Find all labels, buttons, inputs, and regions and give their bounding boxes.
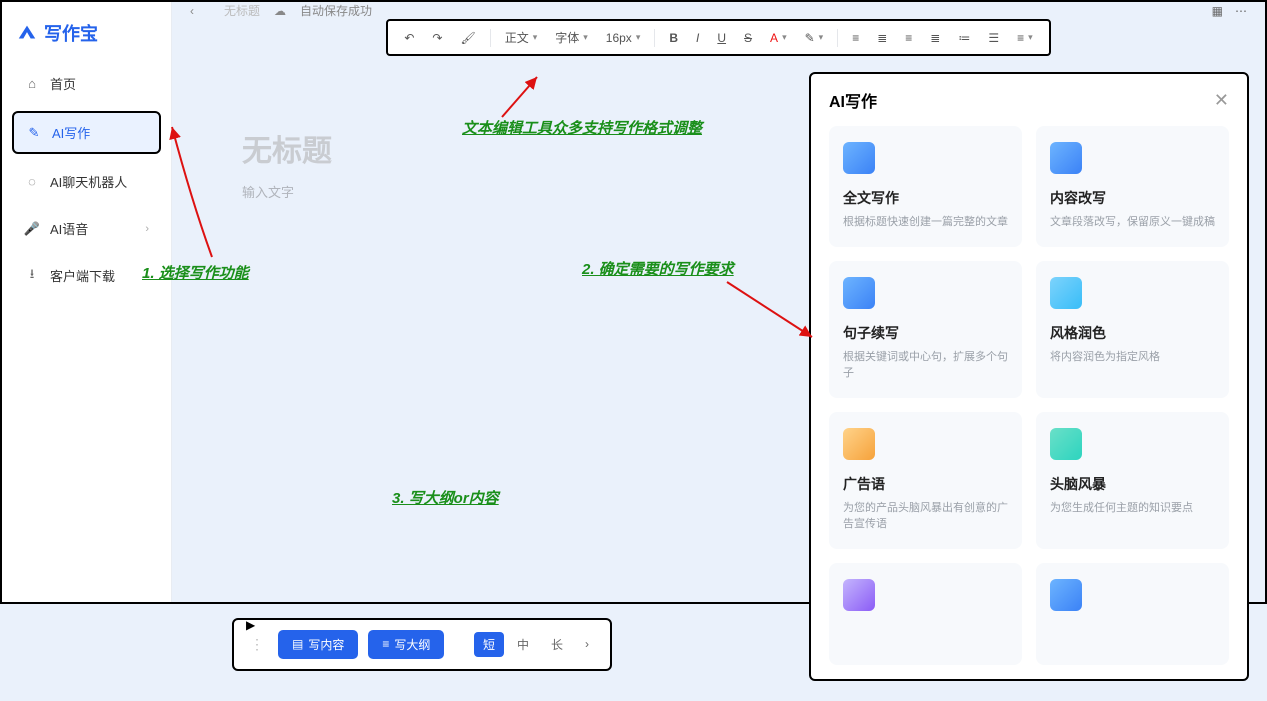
strike-button[interactable]: S <box>740 29 756 47</box>
download-icon: ⭳ <box>24 268 40 284</box>
home-icon: ⌂ <box>24 76 40 92</box>
list-icon: ≡ <box>382 637 389 651</box>
more-dots-icon[interactable]: ⋮ <box>246 636 268 653</box>
play-icon: ▶ <box>246 618 255 632</box>
chat-icon: ◌ <box>24 174 40 190</box>
back-button[interactable]: ‹ <box>190 4 210 18</box>
align-right-button[interactable]: ≡ <box>901 29 916 47</box>
align-left-button[interactable]: ≡ <box>848 29 863 47</box>
ai-card-continue[interactable]: 句子续写 根据关键词或中心句，扩展多个句子 <box>829 261 1022 398</box>
bold-button[interactable]: B <box>665 29 682 47</box>
ai-card-polish[interactable]: 风格润色 将内容润色为指定风格 <box>1036 261 1229 398</box>
text-color-button[interactable]: A <box>766 29 791 47</box>
brainstorm-icon <box>1050 428 1082 460</box>
align-center-button[interactable]: ≣ <box>873 29 891 47</box>
ai-card-extra-2[interactable] <box>1036 563 1229 665</box>
format-painter-button[interactable]: 🖌 <box>456 29 479 47</box>
card-icon <box>843 579 875 611</box>
sidebar-item-download[interactable]: ⭳ 客户端下载 › <box>12 256 161 295</box>
ai-panel-title: AI写作 <box>829 88 877 112</box>
ad-icon <box>843 428 875 460</box>
length-more-button[interactable]: › <box>576 633 598 655</box>
length-segment: 短 中 长 › <box>474 632 598 657</box>
write-content-button[interactable]: ▤ 写内容 <box>278 630 358 659</box>
bottom-action-bar: ▶ ⋮ ▤ 写内容 ≡ 写大纲 短 中 长 › <box>232 618 612 671</box>
autosave-status: 自动保存成功 <box>300 2 372 19</box>
body-input[interactable]: 输入文字 <box>242 182 769 201</box>
redo-button[interactable]: ↷ <box>428 29 446 47</box>
font-family-select[interactable]: 字体 <box>551 27 592 48</box>
line-height-button[interactable]: ≡ <box>1013 29 1037 47</box>
sidebar-item-ai-chat[interactable]: ◌ AI聊天机器人 <box>12 162 161 201</box>
title-input[interactable]: 无标题 <box>242 126 769 170</box>
length-medium-button[interactable]: 中 <box>508 632 538 657</box>
highlight-button[interactable]: ✎ <box>801 29 828 47</box>
main-area: ‹ 无标题 ☁ 自动保存成功 ▦ ⋯ ↶ ↷ 🖌 正文 字体 16px B I <box>172 2 1265 602</box>
unordered-list-button[interactable]: ☰ <box>984 29 1003 47</box>
logo-icon <box>16 22 38 44</box>
underline-button[interactable]: U <box>713 29 730 47</box>
editor-toolbar: ↶ ↷ 🖌 正文 字体 16px B I U S A ✎ ≡ ≣ ≡ ≣ ≔ <box>386 19 1050 56</box>
close-button[interactable]: ✕ <box>1214 90 1229 111</box>
align-justify-button[interactable]: ≣ <box>926 29 944 47</box>
write-outline-button[interactable]: ≡ 写大纲 <box>368 630 444 659</box>
polish-icon <box>1050 277 1082 309</box>
card-icon <box>1050 579 1082 611</box>
grid-icon[interactable]: ▦ <box>1212 4 1223 18</box>
sidebar-item-home[interactable]: ⌂ 首页 <box>12 64 161 103</box>
paragraph-format-select[interactable]: 正文 <box>501 27 542 48</box>
ai-card-brainstorm[interactable]: 头脑风暴 为您生成任何主题的知识要点 <box>1036 412 1229 549</box>
cloud-icon: ☁ <box>274 4 286 18</box>
ordered-list-button[interactable]: ≔ <box>954 29 974 47</box>
sidebar-item-label: 客户端下载 <box>50 266 115 285</box>
font-size-select[interactable]: 16px <box>602 29 645 47</box>
rewrite-icon <box>1050 142 1082 174</box>
continue-icon <box>843 277 875 309</box>
voice-icon: 🎤 <box>24 221 40 237</box>
chevron-right-icon: › <box>145 270 149 282</box>
pencil-icon: ✎ <box>26 125 42 141</box>
sidebar-item-label: AI聊天机器人 <box>50 172 127 191</box>
doc-icon: ▤ <box>292 637 303 651</box>
sidebar-item-ai-writing[interactable]: ✎ AI写作 <box>12 111 161 154</box>
ai-card-ad[interactable]: 广告语 为您的产品头脑风暴出有创意的广告宣传语 <box>829 412 1022 549</box>
topbar: ‹ 无标题 ☁ 自动保存成功 ▦ ⋯ <box>172 2 1265 19</box>
length-short-button[interactable]: 短 <box>474 632 504 657</box>
sidebar-item-label: 首页 <box>50 74 76 93</box>
undo-button[interactable]: ↶ <box>400 29 418 47</box>
ai-card-rewrite[interactable]: 内容改写 文章段落改写，保留原义一键成稿 <box>1036 126 1229 247</box>
ai-writing-panel: AI写作 ✕ 全文写作 根据标题快速创建一篇完整的文章 内容改写 文章段落改写，… <box>809 72 1249 681</box>
app-logo: 写作宝 <box>12 14 161 64</box>
chevron-right-icon: › <box>145 223 149 235</box>
sidebar-item-label: AI语音 <box>50 219 88 238</box>
italic-button[interactable]: I <box>692 29 703 47</box>
sidebar-item-ai-voice[interactable]: 🎤 AI语音 › <box>12 209 161 248</box>
doc-name: 无标题 <box>224 2 260 19</box>
length-long-button[interactable]: 长 <box>542 632 572 657</box>
ai-card-full-writing[interactable]: 全文写作 根据标题快速创建一篇完整的文章 <box>829 126 1022 247</box>
app-name: 写作宝 <box>44 20 98 46</box>
sidebar: 写作宝 ⌂ 首页 ✎ AI写作 ◌ AI聊天机器人 🎤 AI语音 › ⭳ 客户端… <box>2 2 172 602</box>
ai-card-extra-1[interactable] <box>829 563 1022 665</box>
sidebar-item-label: AI写作 <box>52 123 90 142</box>
doc-icon <box>843 142 875 174</box>
more-icon[interactable]: ⋯ <box>1235 4 1247 18</box>
